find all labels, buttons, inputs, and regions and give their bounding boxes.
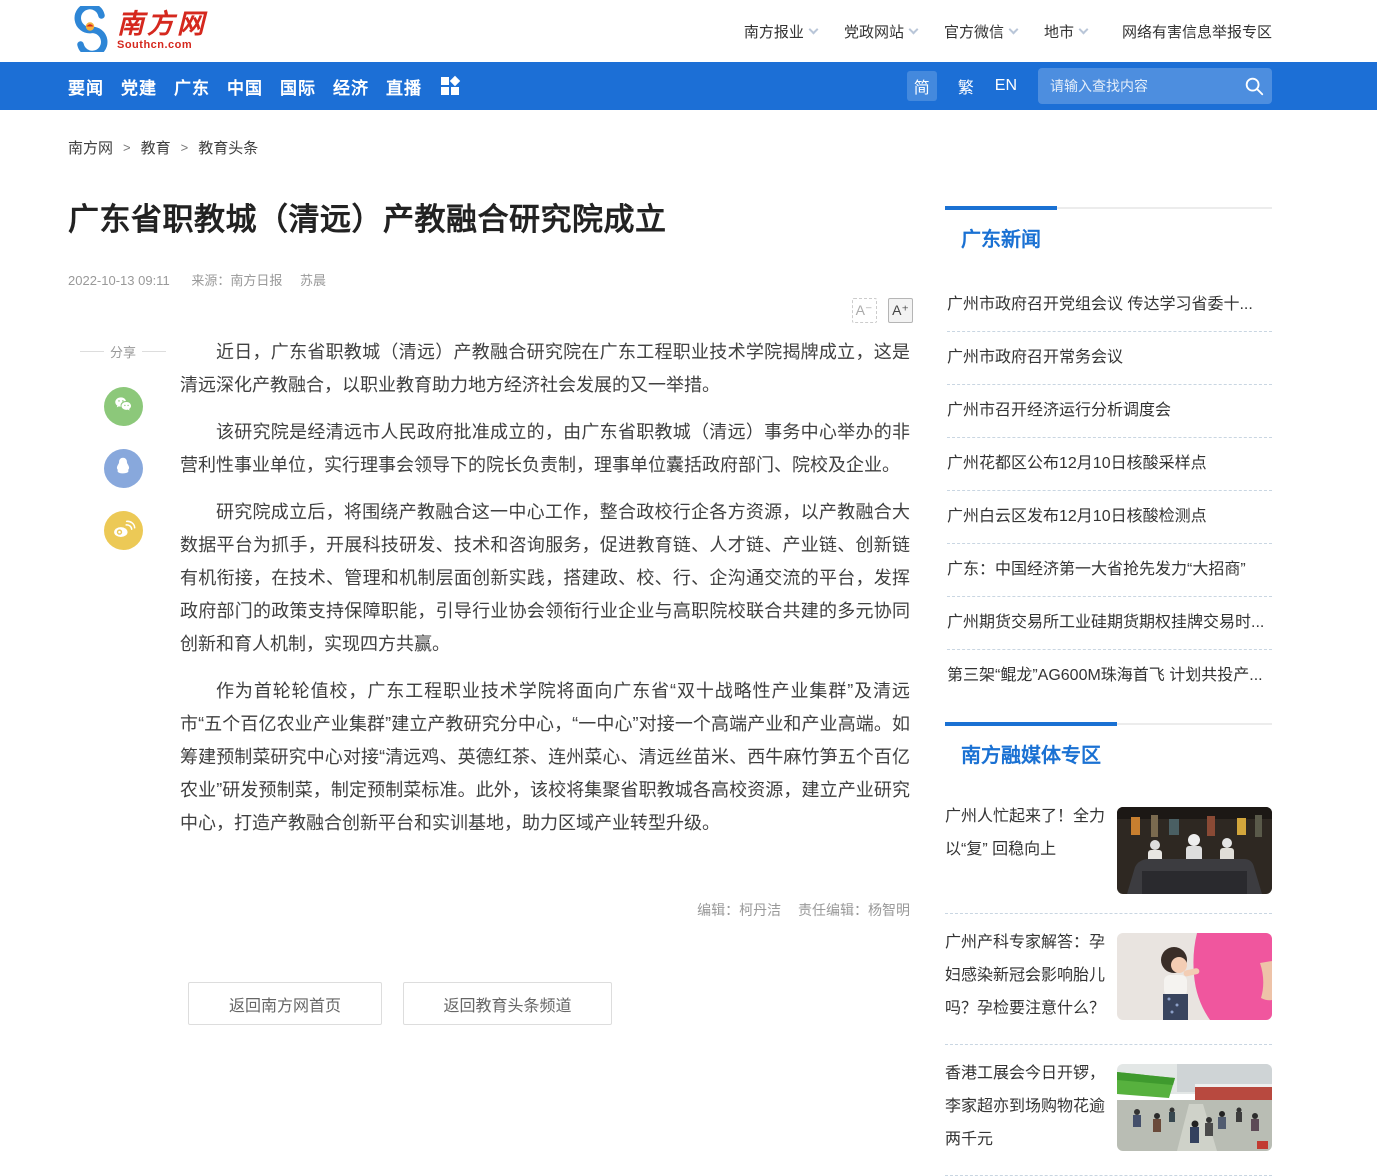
article-paragraph: 作为首轮轮值校，广东工程职业技术学院将面向广东省“双十战略性产业集群”及清远市“…	[180, 675, 910, 840]
nav-menu: 要闻 党建 广东 中国 国际 经济 直播	[68, 74, 459, 99]
search-box	[1038, 68, 1272, 104]
share-divider	[80, 351, 104, 352]
share-weibo-button[interactable]	[104, 511, 143, 550]
font-decrease-button[interactable]: A⁻	[852, 298, 877, 323]
media-item-title: 广州产科专家解答：孕妇感染新冠会影响胎儿吗？孕检要注意什么？	[945, 926, 1117, 1025]
share-rail: 分享	[77, 342, 169, 550]
search-input[interactable]	[1038, 78, 1272, 94]
chevron-down-icon	[808, 24, 818, 34]
article-content: 近日，广东省职教城（清远）产教融合研究院在广东工程职业技术学院揭牌成立，这是清远…	[180, 336, 910, 840]
header-links: 南方报业 党政网站 官方微信 地市 网络有害信息举报专区	[744, 21, 1272, 42]
logo-text-en: Southcn.com	[117, 40, 207, 51]
breadcrumb-separator: >	[181, 140, 189, 155]
list-item[interactable]: 广州白云区发布12月10日核酸检测点	[947, 491, 1272, 544]
share-label: 分享	[110, 342, 136, 361]
lang-simplified-button[interactable]: 简	[907, 71, 937, 101]
share-wechat-button[interactable]	[104, 387, 143, 426]
page-title: 广东省职教城（清远）产教融合研究院成立	[68, 194, 913, 239]
sidebar: 广东新闻 广州市政府召开党组会议 传达学习省委十... 广州市政府召开常务会议 …	[945, 207, 1272, 1176]
weibo-icon	[111, 517, 136, 545]
search-button[interactable]	[1243, 75, 1265, 100]
qq-penguin-icon	[113, 455, 133, 483]
media-list-item[interactable]: 广州人忙起来了！全力以“复” 回稳向上	[945, 788, 1272, 914]
list-item[interactable]: 广州花都区公布12月10日核酸采样点	[947, 438, 1272, 491]
lang-traditional-button[interactable]: 繁	[958, 74, 974, 98]
article-meta: 2022-10-13 09:11 来源：南方日报 苏晨	[68, 270, 913, 289]
more-channels-grid-icon[interactable]	[441, 77, 459, 95]
chief-editor-name: 责任编辑：杨智明	[798, 902, 910, 918]
top-link-gov-sites[interactable]: 党政网站	[844, 21, 917, 42]
list-item[interactable]: 广州市政府召开常务会议	[947, 332, 1272, 385]
article-paragraph: 该研究院是经清远市人民政府批准成立的，由广东省职教城（清远）事务中心举办的非营利…	[180, 416, 910, 482]
back-home-button[interactable]: 返回南方网首页	[188, 982, 382, 1025]
media-list-item[interactable]: 香港工展会今日开锣，李家超亦到场购物花逾两千元	[945, 1045, 1272, 1176]
nav-item-zhibo[interactable]: 直播	[386, 74, 422, 99]
breadcrumb-separator: >	[123, 140, 131, 155]
media-item-title: 广州人忙起来了！全力以“复” 回稳向上	[945, 800, 1117, 894]
nav-item-yaowen[interactable]: 要闻	[68, 74, 104, 99]
nav-item-dangjian[interactable]: 党建	[121, 74, 157, 99]
article-author: 苏晨	[300, 273, 326, 288]
top-link-nanfang-media[interactable]: 南方报业	[744, 21, 817, 42]
media-list: 广州人忙起来了！全力以“复” 回稳向上	[945, 788, 1272, 1176]
breadcrumb-education-headlines[interactable]: 教育头条	[198, 137, 258, 158]
chevron-down-icon	[1009, 24, 1019, 34]
chevron-down-icon	[909, 24, 919, 34]
chevron-down-icon	[1079, 24, 1089, 34]
list-item[interactable]: 第三架“鲲龙”AG600M珠海首飞 计划共投产...	[947, 650, 1272, 702]
editor-name: 编辑：柯丹洁	[697, 902, 781, 918]
top-link-cities[interactable]: 地市	[1044, 21, 1087, 42]
news-list: 广州市政府召开党组会议 传达学习省委十... 广州市政府召开常务会议 广州市召开…	[945, 279, 1272, 702]
list-item[interactable]: 广州市政府召开党组会议 传达学习省委十...	[947, 279, 1272, 332]
article-paragraph: 研究院成立后，将围绕产教融合这一中心工作，整合政校行企各方资源，以产教融合大数据…	[180, 496, 910, 661]
sidebar-section-title: 南方融媒体专区	[945, 722, 1117, 768]
article-source: 来源：南方日报	[191, 273, 282, 288]
breadcrumb-home[interactable]: 南方网	[68, 137, 113, 158]
breadcrumb: 南方网 > 教育 > 教育头条	[68, 110, 1272, 158]
font-increase-button[interactable]: A⁺	[888, 298, 913, 323]
logo-text-cn: 南方网	[117, 11, 207, 38]
sidebar-section-title: 广东新闻	[945, 206, 1057, 252]
article-column: 广东省职教城（清远）产教融合研究院成立 2022-10-13 09:11 来源：…	[68, 158, 913, 1039]
wechat-icon	[112, 393, 135, 420]
nav-item-guangdong[interactable]: 广东	[174, 74, 210, 99]
expo-crowd-photo	[1117, 1064, 1272, 1151]
factory-assembly-line-photo	[1117, 807, 1272, 894]
sidebar-section-guangdong-news: 广东新闻 广州市政府召开党组会议 传达学习省委十... 广州市政府召开常务会议 …	[945, 207, 1272, 702]
list-item[interactable]: 广东：中国经济第一大省抢先发力“大招商”	[947, 544, 1272, 597]
breadcrumb-education[interactable]: 教育	[141, 137, 171, 158]
nav-item-zhongguo[interactable]: 中国	[227, 74, 263, 99]
list-item[interactable]: 广州期货交易所工业硅期货期权挂牌交易时...	[947, 597, 1272, 650]
share-divider	[142, 351, 166, 352]
top-link-official-wechat[interactable]: 官方微信	[944, 21, 1017, 42]
back-channel-button[interactable]: 返回教育头条频道	[403, 982, 612, 1025]
sidebar-section-media-zone: 南方融媒体专区 广州人忙起来了！全力以“复” 回稳向上	[945, 723, 1272, 1176]
southcn-swirl-icon	[68, 6, 114, 57]
article-paragraph: 近日，广东省职教城（清远）产教融合研究院在广东工程职业技术学院揭牌成立，这是清远…	[180, 336, 910, 402]
nav-item-guoji[interactable]: 国际	[280, 74, 316, 99]
top-link-harmful-info-report[interactable]: 网络有害信息举报专区	[1122, 21, 1272, 42]
pregnant-mother-child-photo	[1117, 933, 1272, 1020]
font-size-controls: A⁻ A⁺	[68, 298, 913, 324]
nav-item-jingji[interactable]: 经济	[333, 74, 369, 99]
site-header: 南方网 Southcn.com 南方报业 党政网站 官方微信 地市 网络有害信息…	[0, 0, 1377, 62]
article-date: 2022-10-13 09:11	[68, 273, 170, 288]
search-icon	[1243, 85, 1265, 100]
main-nav-bar: 要闻 党建 广东 中国 国际 经济 直播 简 繁 EN	[0, 62, 1377, 110]
lang-english-button[interactable]: EN	[995, 77, 1017, 95]
media-list-item[interactable]: 广州产科专家解答：孕妇感染新冠会影响胎儿吗？孕检要注意什么？	[945, 914, 1272, 1045]
share-qq-button[interactable]	[104, 449, 143, 488]
list-item[interactable]: 广州市召开经济运行分析调度会	[947, 385, 1272, 438]
editor-credits: 编辑：柯丹洁 责任编辑：杨智明	[180, 900, 910, 920]
site-logo[interactable]: 南方网 Southcn.com	[68, 6, 207, 57]
